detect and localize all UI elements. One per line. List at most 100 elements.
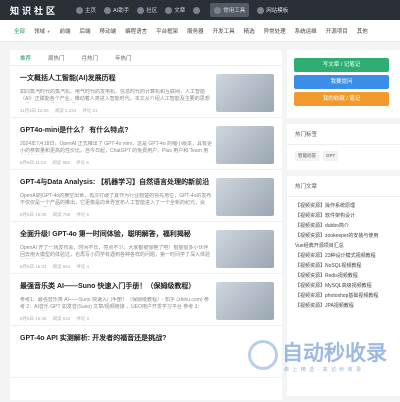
hot-article-link[interactable]: 【视频资源】操作系统原理 xyxy=(295,201,392,211)
article-meta: 8月5日 15:48 阅读 543 评论 3 xyxy=(20,316,212,322)
article-text: GPT4o-mini是什么？ 有什么特点? 2024年7月18日，OpenAI … xyxy=(20,126,216,169)
category-bar: 全部 领域 ▼ 前端 后端 移动端 编程语言 平台框架 服务器 开发工具 精选 … xyxy=(0,20,400,42)
hot-article-link[interactable]: 【视频资源】软件架构设计 xyxy=(295,211,392,221)
write-article-button[interactable]: 写文章 / 记笔记 xyxy=(294,58,389,72)
category-featured[interactable]: 精选 xyxy=(244,27,255,35)
ai-icon xyxy=(104,6,112,14)
tag-item[interactable]: GPT xyxy=(323,151,339,161)
tag-list: 智能问答 GPT xyxy=(287,145,400,167)
article-views: 阅读 654 xyxy=(52,264,71,269)
topnav-label: 文章 xyxy=(174,8,186,14)
watermark-subtext: 做 上 精 选 · 来 访 秒 收 录 xyxy=(284,367,363,373)
article-thumbnail[interactable] xyxy=(216,178,274,216)
article-summary: OpenAI 开了一场发布会，时间不长，亮点不少。大家都被惊艳了吧！根据很多小伙… xyxy=(20,245,211,258)
article-date: 8月5日 16:04 xyxy=(20,264,47,269)
topnav-media[interactable] xyxy=(193,6,202,14)
article-summary: 2024年7月18日，OpenAI 正式推出了 GPT-4o mini，这是 G… xyxy=(20,141,212,154)
article-summary xyxy=(20,349,270,363)
watermark-text: 自动秒收录 xyxy=(282,341,387,365)
article-summary: 参考1：最强音乐类 AI——Suno 快速入门手册！（保姆级教程）- 知乎 (z… xyxy=(20,297,209,310)
topnav-templates[interactable]: 网站模板 xyxy=(257,6,288,14)
tag-item[interactable]: 智能问答 xyxy=(295,151,319,161)
hot-article-link[interactable]: 【视频资源】dubbo简介 xyxy=(295,221,392,231)
category-all[interactable]: 全部 xyxy=(14,27,25,35)
action-panel: 写文章 / 记笔记 我要提问 我的收藏 / 笔记 xyxy=(287,50,400,118)
article-item[interactable]: 全面升级! GPT-4o 第一时间体验，聪明解答，福利揭秘 OpenAI 开了一… xyxy=(10,222,282,274)
category-ops[interactable]: 系统运维 xyxy=(295,27,317,35)
article-date: 8月5日 15:48 xyxy=(20,316,47,321)
category-other[interactable]: 其他 xyxy=(357,27,368,35)
article-text: GPT-4与Data Analysis: 【机器学习】自然语言处理的新前沿 Op… xyxy=(20,178,216,221)
article-title[interactable]: GPT4o-mini是什么？ 有什么特点? xyxy=(20,126,212,135)
hot-article-link[interactable]: 【视频资源】JPA视频教程 xyxy=(295,301,392,311)
article-meta: 8月5日 16:04 阅读 654 评论 4 xyxy=(20,264,212,270)
category-languages[interactable]: 编程语言 xyxy=(125,27,147,35)
my-favorites-button[interactable]: 我的收藏 / 笔记 xyxy=(294,92,389,106)
tab-recommended[interactable]: 推荐 xyxy=(20,54,31,62)
hot-article-link[interactable]: 【视频资源】NoSQL视频教程 xyxy=(295,261,392,271)
article-comments: 评论 5 xyxy=(76,212,90,217)
topnav-home[interactable]: 主页 xyxy=(76,6,96,14)
article-icon xyxy=(165,6,173,14)
category-exceptions[interactable]: 异常处理 xyxy=(264,27,286,35)
article-comments: 评论 4 xyxy=(76,264,90,269)
article-views: 阅读 1,234 xyxy=(54,108,77,113)
article-views: 阅读 982 xyxy=(52,160,70,165)
hot-article-link[interactable]: 【视频资源】MySQL高级视频教程 xyxy=(295,281,392,291)
category-server[interactable]: 服务器 xyxy=(187,27,204,35)
top-navigation-bar: 知识社区 主页 AI助手 社区 文章 常用工具 网站模板 xyxy=(0,0,400,20)
topnav-articles[interactable]: 文章 xyxy=(165,6,185,14)
topnav-label: 常用工具 xyxy=(223,8,246,14)
article-item[interactable]: 一文概括人工智能(AI)发展历程 如同蒸汽时代的蒸汽机、电气时代的发电机、信息时… xyxy=(10,66,282,118)
tab-monthly-hot[interactable]: 月热门 xyxy=(82,54,99,62)
tab-yearly-hot[interactable]: 年热门 xyxy=(115,54,132,62)
hot-article-link[interactable]: 【视频资源】zookeeper的安装与使用 xyxy=(295,231,392,241)
hot-article-link[interactable]: 【视频资源】23种设计模式视频教程 xyxy=(295,251,392,261)
category-frameworks[interactable]: 平台框架 xyxy=(156,27,178,35)
article-item[interactable]: GPT-4o API 实测解析: 开发者的福音还是挑战? xyxy=(10,326,282,378)
topnav-tools[interactable]: 常用工具 xyxy=(210,3,250,17)
hot-article-link[interactable]: 【视频资源】Redis视频教程 xyxy=(295,271,392,281)
topnav-ai-assistant[interactable]: AI助手 xyxy=(104,6,129,14)
article-item[interactable]: 最强音乐类 AI——Suno 快速入门手册！（保姆级教程） 参考1：最强音乐类 … xyxy=(10,274,282,326)
home-icon xyxy=(76,6,83,14)
ask-question-button[interactable]: 我要提问 xyxy=(294,75,389,89)
article-thumbnail[interactable] xyxy=(216,230,274,268)
article-thumbnail[interactable] xyxy=(216,74,274,112)
topnav-community[interactable]: 社区 xyxy=(137,6,157,14)
tools-icon xyxy=(214,6,222,14)
article-title[interactable]: 全面升级! GPT-4o 第一时间体验，聪明解答，福利揭秘 xyxy=(20,230,212,239)
article-item[interactable]: GPT-4与Data Analysis: 【机器学习】自然语言处理的新前沿 Op… xyxy=(10,170,282,222)
category-devtools[interactable]: 开发工具 xyxy=(213,27,235,35)
chevron-down-icon: ▼ xyxy=(46,28,51,34)
article-feed: 推荐 周热门 月热门 年热门 一文概括人工智能(AI)发展历程 如同蒸汽时代的蒸… xyxy=(10,50,282,400)
hot-article-link[interactable]: Vue经典开源项目汇总 xyxy=(295,241,392,251)
article-comments: 评论 21 xyxy=(82,108,98,113)
article-title[interactable]: 一文概括人工智能(AI)发展历程 xyxy=(20,74,212,83)
article-title[interactable]: 最强音乐类 AI——Suno 快速入门手册！（保姆级教程） xyxy=(20,282,212,291)
category-frontend[interactable]: 前端 xyxy=(60,27,71,35)
watermark-overlay: 自动秒收录 做 上 精 选 · 来 访 秒 收 录 xyxy=(244,332,394,390)
article-date: 8月6日 11:04 xyxy=(20,160,47,165)
tab-weekly-hot[interactable]: 周热门 xyxy=(48,54,65,62)
article-text: GPT-4o API 实测解析: 开发者的福音还是挑战? xyxy=(20,334,274,377)
article-meta: 8月6日 11:04 阅读 982 评论 8 xyxy=(20,160,212,166)
category-domain[interactable]: 领域 ▼ xyxy=(34,27,51,35)
article-title[interactable]: GPT-4与Data Analysis: 【机器学习】自然语言处理的新前沿 xyxy=(20,178,212,187)
category-backend[interactable]: 后端 xyxy=(80,27,91,35)
watermark-logo-icon xyxy=(248,340,278,370)
hot-articles-list: 【视频资源】操作系统原理 【视频资源】软件架构设计 【视频资源】dubbo简介 … xyxy=(287,197,400,315)
article-comments: 评论 3 xyxy=(76,316,90,321)
article-meta: 8月5日 16:08 阅读 765 评论 5 xyxy=(20,212,212,218)
category-mobile[interactable]: 移动端 xyxy=(100,27,117,35)
article-date: 8月5日 16:08 xyxy=(20,212,47,217)
article-item[interactable]: GPT4o-mini是什么？ 有什么特点? 2024年7月18日，OpenAI … xyxy=(10,118,282,170)
category-opensource[interactable]: 开源项目 xyxy=(326,27,348,35)
article-thumbnail[interactable] xyxy=(216,282,274,320)
article-text: 全面升级! GPT-4o 第一时间体验，聪明解答，福利揭秘 OpenAI 开了一… xyxy=(20,230,216,273)
article-summary: 如同蒸汽时代的蒸汽机、电气时代的发电机、信息时代的计算机和互联网，人工智能（AI… xyxy=(20,89,210,102)
article-thumbnail[interactable] xyxy=(216,126,274,164)
article-title[interactable]: GPT-4o API 实测解析: 开发者的福音还是挑战? xyxy=(20,334,270,343)
site-logo[interactable]: 知识社区 xyxy=(10,4,76,17)
hot-article-link[interactable]: 【视频资源】photoshop基础视频教程 xyxy=(295,291,392,301)
